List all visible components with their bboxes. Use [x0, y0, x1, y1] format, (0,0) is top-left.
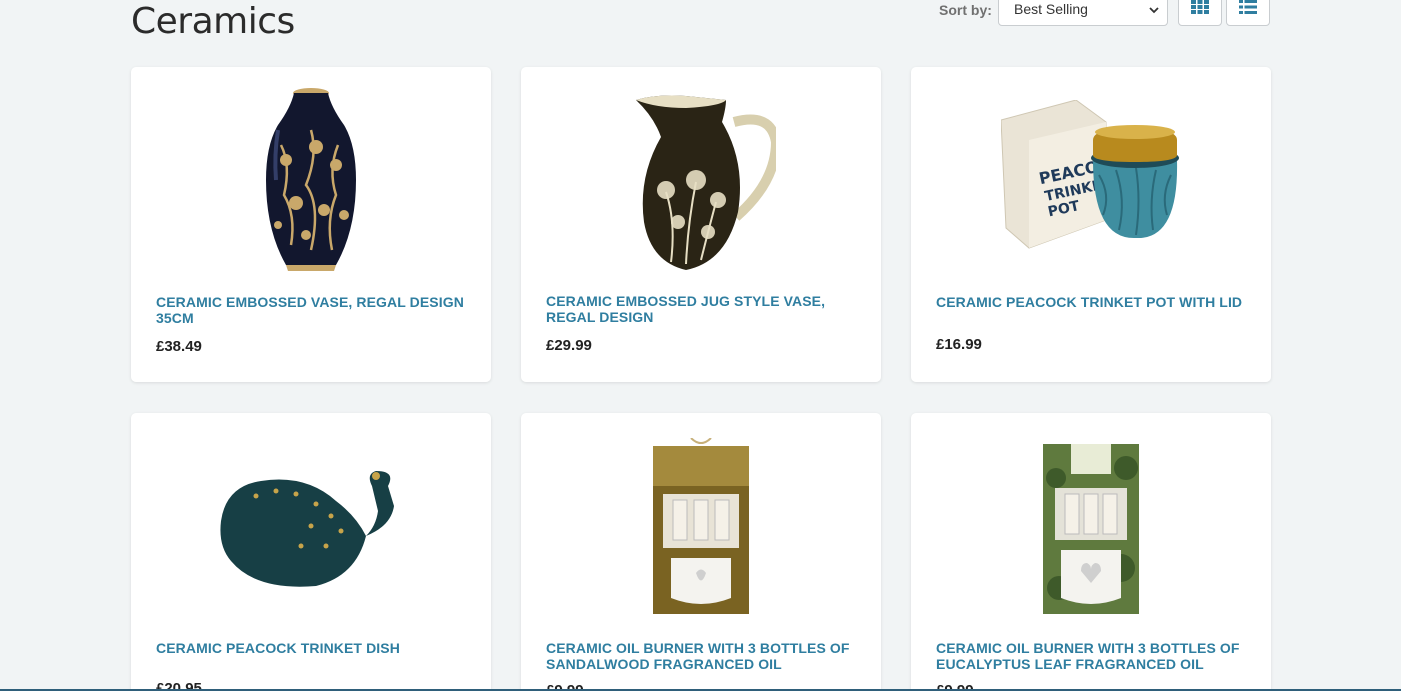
page-title: Ceramics	[131, 1, 295, 42]
eucalyptus-burner-image[interactable]	[911, 413, 1271, 623]
product-price: £38.49	[156, 338, 202, 355]
sort-select[interactable]: Best Selling	[998, 0, 1168, 26]
jug-image[interactable]	[521, 67, 881, 277]
sort-label: Sort by:	[939, 2, 992, 18]
grid-icon	[1191, 0, 1209, 19]
vase-image[interactable]	[131, 67, 491, 277]
product-card[interactable]: CERAMIC OIL BURNER WITH 3 BOTTLES OF SAN…	[521, 413, 881, 691]
product-price: £16.99	[936, 336, 982, 353]
product-price: £29.99	[546, 337, 592, 354]
product-name[interactable]: CERAMIC OIL BURNER WITH 3 BOTTLES OF EUC…	[936, 640, 1246, 672]
product-card[interactable]: CERAMIC PEACOCK TRINKET DISH £20.95	[131, 413, 491, 691]
product-card[interactable]: CERAMIC EMBOSSED JUG STYLE VASE, REGAL D…	[521, 67, 881, 382]
sandalwood-burner-image[interactable]	[521, 413, 881, 623]
grid-view-button[interactable]	[1178, 0, 1222, 26]
list-view-button[interactable]	[1226, 0, 1270, 26]
product-name[interactable]: CERAMIC OIL BURNER WITH 3 BOTTLES OF SAN…	[546, 640, 856, 672]
product-card[interactable]: CERAMIC OIL BURNER WITH 3 BOTTLES OF EUC…	[911, 413, 1271, 691]
product-card[interactable]: PEACOCK TRINKET POT CERAMIC PEACOCK TRIN…	[911, 67, 1271, 382]
list-icon	[1239, 0, 1257, 19]
product-name[interactable]: CERAMIC EMBOSSED VASE, REGAL DESIGN 35CM	[156, 294, 466, 326]
product-name[interactable]: CERAMIC PEACOCK TRINKET POT WITH LID	[936, 294, 1246, 310]
trinket-dish-image[interactable]	[131, 413, 491, 623]
product-name[interactable]: CERAMIC EMBOSSED JUG STYLE VASE, REGAL D…	[546, 293, 856, 325]
trinket-pot-image[interactable]: PEACOCK TRINKET POT	[911, 67, 1271, 277]
sort-selected-value: Best Selling	[1014, 1, 1088, 17]
product-name[interactable]: CERAMIC PEACOCK TRINKET DISH	[156, 640, 466, 656]
product-card[interactable]: CERAMIC EMBOSSED VASE, REGAL DESIGN 35CM…	[131, 67, 491, 382]
chevron-down-icon	[1149, 2, 1159, 18]
